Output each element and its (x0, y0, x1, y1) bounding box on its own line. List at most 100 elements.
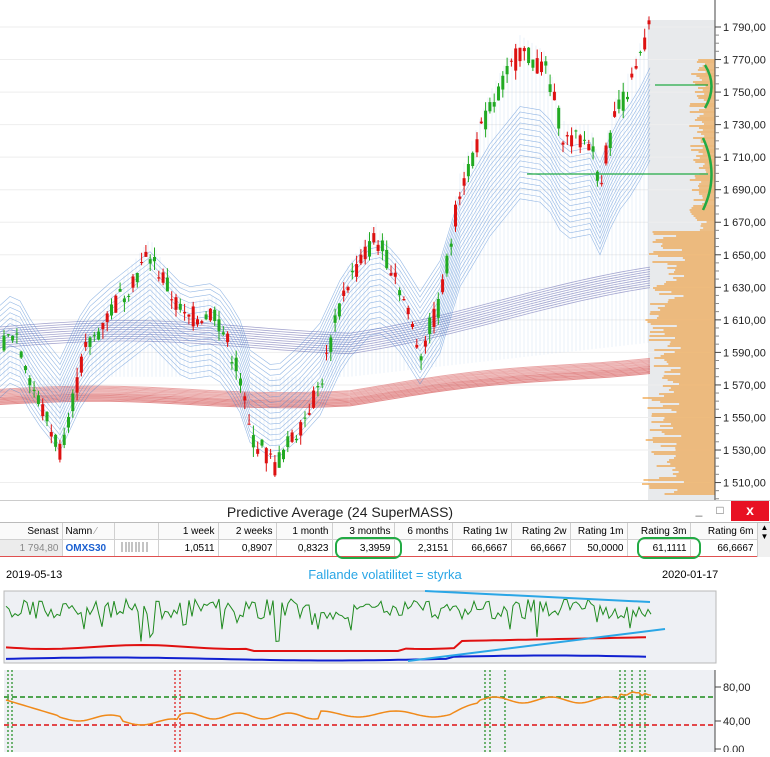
column-header[interactable]: 2 weeks (218, 523, 277, 540)
column-header[interactable]: Rating 1w (452, 523, 512, 540)
candle-body (221, 332, 225, 335)
candle-body (514, 48, 518, 71)
candle-body (122, 298, 126, 303)
candle-body (350, 270, 354, 273)
candle-body (135, 272, 139, 283)
column-header[interactable]: Rating 3m (627, 523, 691, 540)
candle-body (36, 395, 40, 405)
candle-body (251, 435, 255, 448)
price-chart-svg[interactable]: 1 790,00 1 770,00 1 750,00 1 730,00 1 710,00… (0, 0, 770, 500)
candle-body (574, 130, 578, 132)
column-header[interactable]: 3 months (332, 523, 395, 540)
price-axis-label: 1 530,00 (723, 445, 766, 457)
cell-value: 1,0511 (158, 539, 219, 557)
candle-body (239, 378, 242, 386)
candle-body (535, 58, 539, 74)
candle-body (552, 91, 556, 101)
candle-body (144, 251, 148, 257)
candle-body (161, 272, 165, 283)
cell-name[interactable]: OMXS30 (62, 539, 115, 557)
candle-body (174, 297, 178, 310)
candle-body (165, 277, 169, 292)
column-header[interactable]: Rating 2w (511, 523, 571, 540)
candle-body (41, 404, 45, 417)
cell-value: 61,1111 (627, 539, 691, 557)
candle-body (217, 319, 221, 332)
rating-panel[interactable]: 80,00 40,00 0,00 (0, 670, 770, 756)
price-axis-label: 1 750,00 (723, 87, 766, 99)
candle-body (557, 107, 561, 129)
results-grid[interactable]: Senast Namn ⁄ 1 week 2 weeks 1 month 3 m… (0, 522, 770, 561)
maximize-button[interactable]: □ (710, 501, 730, 521)
candle-body (84, 342, 88, 347)
candle-body (170, 299, 174, 301)
scroll-down-icon[interactable]: ▼ (758, 532, 770, 541)
candle-body (290, 432, 294, 442)
candle-body (243, 396, 247, 401)
candle-body (15, 333, 19, 335)
candle-body (454, 204, 457, 227)
candle-body (213, 309, 217, 322)
panel-title: Predictive Average (24 SuperMASS) (226, 504, 454, 520)
candle-body (458, 196, 462, 199)
candle-body (617, 99, 621, 109)
candle-body (6, 334, 10, 336)
candle-body (183, 312, 187, 314)
candle-body (415, 344, 419, 348)
candle-body (196, 319, 199, 325)
rating-axis-label: 40,00 (723, 716, 751, 728)
minimize-button[interactable]: _ (689, 501, 709, 521)
grid-scrollbar[interactable]: ▲ ▼ (757, 523, 770, 557)
candle-body (484, 110, 488, 130)
candle-body (97, 331, 101, 340)
candle-body (600, 183, 604, 185)
candle-body (359, 254, 363, 264)
candle-body (475, 139, 479, 153)
candle-body (380, 240, 384, 252)
cell-value: 50,0000 (570, 539, 628, 557)
candle-body (92, 335, 96, 337)
candle-body (342, 290, 346, 297)
column-header[interactable]: Rating 6m (690, 523, 758, 540)
candle-body (479, 121, 483, 124)
scroll-up-icon[interactable]: ▲ (758, 523, 770, 532)
candle-body (462, 178, 466, 186)
close-button[interactable]: x (731, 501, 769, 521)
candle-body (432, 308, 436, 327)
column-header[interactable]: Namn ⁄ (62, 523, 115, 540)
candle-body (402, 298, 406, 301)
candle-body (613, 111, 617, 117)
volatility-frame (3, 590, 717, 664)
candle-body (114, 295, 118, 313)
candle-body (608, 132, 612, 149)
mini-bars-icon (121, 541, 147, 552)
panel-titlebar: Predictive Average (24 SuperMASS) _ □ x (0, 500, 770, 523)
candle-body (466, 163, 470, 177)
column-header[interactable]: Senast (0, 523, 63, 540)
price-axis-label: 1 590,00 (723, 347, 766, 359)
candle-body (527, 47, 531, 64)
candle-body (208, 308, 212, 321)
candle-body (299, 422, 303, 436)
column-header[interactable]: 1 month (276, 523, 333, 540)
cell-value: 66,6667 (452, 539, 512, 557)
candle-body (436, 298, 440, 318)
price-chart[interactable]: 1 790,00 1 770,00 1 750,00 1 730,00 1 710,00… (0, 0, 770, 500)
candle-body (621, 91, 625, 111)
table-row[interactable]: 1 794,80 OMXS30 1,0511 0,8907 0,8323 3,3… (0, 539, 758, 557)
candle-body (24, 366, 27, 371)
price-axis-label: 1 550,00 (723, 412, 766, 424)
volatility-panel[interactable] (0, 589, 770, 667)
column-header[interactable]: 6 months (394, 523, 453, 540)
column-header[interactable] (114, 523, 159, 540)
cell-value: 66,6667 (511, 539, 571, 557)
column-header[interactable]: 1 week (158, 523, 219, 540)
candle-body (522, 48, 526, 52)
price-axis-label: 1 790,00 (723, 22, 766, 34)
column-header[interactable]: Rating 1m (570, 523, 628, 540)
candle-body (591, 146, 595, 152)
candle-body (578, 135, 582, 148)
candle-body (518, 47, 522, 62)
candle-body (200, 321, 204, 323)
grid-header-row: Senast Namn ⁄ 1 week 2 weeks 1 month 3 m… (0, 523, 758, 540)
